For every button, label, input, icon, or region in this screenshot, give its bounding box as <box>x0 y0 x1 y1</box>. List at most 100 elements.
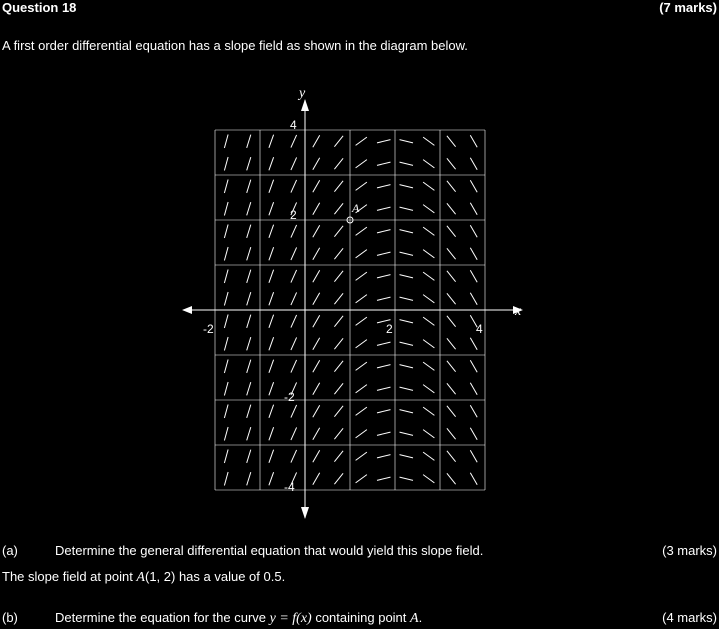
slope-segment <box>355 271 368 281</box>
slope-segment <box>312 269 321 283</box>
slope-segment <box>223 224 229 239</box>
slope-segment <box>376 206 391 211</box>
slope-segment <box>334 472 344 485</box>
slope-segment <box>334 382 344 395</box>
slope-segment <box>355 361 368 371</box>
slope-segment <box>290 269 298 283</box>
slope-segment <box>290 427 298 441</box>
slope-segment <box>355 294 368 304</box>
slope-segment <box>246 269 252 284</box>
y-axis-label: y <box>297 86 306 101</box>
slope-segment <box>446 427 456 440</box>
condition-coords: (1, 2) <box>144 569 176 584</box>
condition-prefix: The slope field at point <box>2 569 137 584</box>
slope-segment <box>290 134 298 148</box>
slope-segment <box>376 341 391 346</box>
slope-segment <box>312 134 321 148</box>
slope-segment <box>469 179 478 193</box>
slope-segment <box>399 454 414 459</box>
slope-segment <box>446 450 456 463</box>
slope-segment <box>246 246 252 261</box>
slope-segment <box>355 136 368 146</box>
slope-segment <box>223 246 229 261</box>
slope-segment <box>422 406 435 416</box>
y-tick-2: 2 <box>290 208 297 222</box>
slope-segment <box>422 136 435 146</box>
slope-segment <box>268 157 275 171</box>
slope-segment <box>399 161 414 166</box>
slope-segment <box>334 135 344 148</box>
slope-segment <box>268 134 275 148</box>
slope-segment <box>399 274 414 279</box>
slope-segment <box>290 404 298 418</box>
slope-segment <box>223 291 229 306</box>
slope-segment <box>422 474 435 484</box>
slope-segment <box>376 184 391 189</box>
slope-segment <box>268 449 275 463</box>
slope-segment <box>422 204 435 214</box>
slope-segment <box>446 292 456 305</box>
slope-segment <box>422 294 435 304</box>
part-b-suffix: . <box>418 610 423 625</box>
slope-segment <box>246 404 252 419</box>
slope-segment <box>376 161 391 166</box>
slope-segment <box>223 404 229 419</box>
slope-segment <box>312 359 321 373</box>
slope-segment <box>399 139 414 144</box>
slope-segment <box>469 427 478 441</box>
slope-segment <box>290 359 298 373</box>
slope-segment <box>268 202 275 216</box>
slope-segment <box>268 382 275 396</box>
slope-segment <box>469 247 478 261</box>
condition-line: The slope field at point A(1, 2) has a v… <box>2 569 285 586</box>
slope-segment <box>355 474 368 484</box>
part-a-label: (a) <box>2 543 18 558</box>
slope-segment <box>223 471 229 486</box>
part-a-marks: (3 marks) <box>662 543 717 558</box>
slope-segment <box>469 382 478 396</box>
slope-segment <box>334 450 344 463</box>
slope-segment <box>268 472 275 486</box>
slope-segment <box>312 314 321 328</box>
slope-segment <box>399 319 414 324</box>
slope-segment <box>399 364 414 369</box>
slope-segment <box>290 224 298 238</box>
x-axis-label: x <box>514 304 522 319</box>
slope-segment <box>268 269 275 283</box>
slope-segment <box>246 134 252 149</box>
slope-segment <box>355 181 368 191</box>
slope-segment <box>246 179 252 194</box>
slope-segment <box>268 247 275 261</box>
slope-segment <box>312 337 321 351</box>
part-b-prefix: Determine the equation for the curve <box>55 610 270 625</box>
slope-segment <box>334 270 344 283</box>
slope-segment <box>446 180 456 193</box>
slope-segment <box>355 316 368 326</box>
slope-segment <box>399 229 414 234</box>
slope-segment <box>223 449 229 464</box>
slope-segment <box>376 364 391 369</box>
y-tick-neg2: -2 <box>284 390 295 404</box>
slope-segment <box>312 449 321 463</box>
slope-segment <box>399 251 414 256</box>
slope-segment <box>334 337 344 350</box>
slope-segment <box>223 179 229 194</box>
slope-segment <box>469 337 478 351</box>
x-tick-neg2: -2 <box>203 322 214 336</box>
slope-segment <box>246 449 252 464</box>
slope-segment <box>446 315 456 328</box>
slope-segment <box>312 472 321 486</box>
slope-segment <box>399 409 414 414</box>
slope-segment <box>334 315 344 328</box>
slope-segment <box>399 206 414 211</box>
slope-segment <box>376 139 391 144</box>
x-axis-left-arrow <box>182 306 192 314</box>
slope-segment <box>334 225 344 238</box>
slope-segment <box>446 157 456 170</box>
slope-segment <box>268 359 275 373</box>
slope-segment <box>312 202 321 216</box>
point-a-label: A <box>351 201 360 215</box>
slope-segment <box>246 336 252 351</box>
slope-segment <box>268 337 275 351</box>
slope-segment <box>268 224 275 238</box>
